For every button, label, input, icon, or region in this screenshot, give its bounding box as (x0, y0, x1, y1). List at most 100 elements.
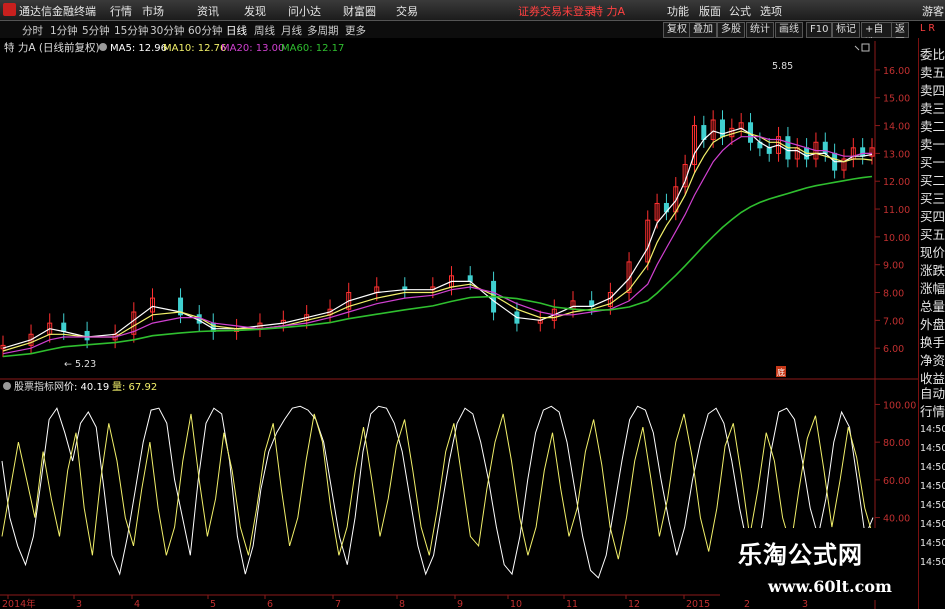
tab-daily[interactable]: 日线 (226, 23, 247, 38)
quote-field-9: 买四 (920, 209, 945, 224)
price-tick-label: 12.00 (883, 177, 910, 188)
f10-button[interactable]: F10 (806, 22, 833, 38)
tick-time-1: 14:50 (920, 443, 945, 454)
quote-field-4: 卖二 (920, 119, 945, 134)
x-tick-label: 5 (210, 599, 216, 609)
x-tick-label: 2 (744, 599, 750, 609)
price-tick-label: 7.00 (883, 316, 904, 327)
menu-caifuquan[interactable]: 财富圈 (343, 3, 376, 19)
x-tick-label: 3 (76, 599, 82, 609)
tab-multi-period[interactable]: 多周期 (307, 23, 339, 38)
indicator-tick-label: 60.00 (883, 476, 910, 487)
candle-body (860, 147, 866, 157)
candle-body (84, 330, 90, 341)
x-tick-label: 2014年 (2, 598, 36, 609)
menu-bar: 通达信金融终端 行情 市场 资讯 发现 问小达 财富圈 交易 证券交易未登录 特… (0, 0, 945, 21)
x-tick-label: 3 (802, 599, 808, 609)
menu-zixun[interactable]: 资讯 (197, 3, 219, 19)
draw-line-button[interactable]: 画线 (775, 22, 803, 38)
quote-field-17: 净资 (920, 353, 945, 368)
kline-chart[interactable]: 16.00 15.00 14.00 13.00 12.00 11.00 10.00 9.00 8… (0, 38, 918, 609)
indicator-title: 股票指标网 (14, 380, 64, 393)
candle-body (822, 141, 828, 154)
tab-15min[interactable]: 15分钟 (114, 23, 148, 38)
quote-field-14: 总量 (920, 299, 945, 314)
watermark-title: 乐淘公式网 (738, 541, 863, 569)
x-tick-label: 2015 (686, 599, 710, 609)
high-price-label: 5.85 (772, 61, 793, 72)
login-status[interactable]: 证券交易未登录 (518, 3, 595, 19)
menu-gongneng[interactable]: 功能 (667, 3, 689, 19)
overlay-button[interactable]: 叠加 (689, 22, 717, 38)
x-tick-label: 6 (267, 599, 273, 609)
candle-body (61, 322, 67, 332)
quote-field-11: 现价 (920, 245, 945, 260)
lr-toggle[interactable]: L R (920, 23, 935, 34)
price-settings-icon[interactable] (99, 43, 107, 51)
bottom-marker-label: 底 (777, 367, 785, 377)
price-tick-label: 15.00 (883, 94, 910, 105)
tick-time-5: 14:50 (920, 519, 945, 530)
tick-time-4: 14:50 (920, 500, 945, 511)
add-watchlist-button[interactable]: +自选 (861, 22, 893, 49)
current-stock: 特 力A (592, 5, 626, 18)
candle-body (467, 275, 473, 282)
fuquan-button[interactable]: 复权 (663, 22, 691, 38)
price-tick-label: 9.00 (883, 261, 904, 272)
price-tick-label: 10.00 (883, 233, 910, 244)
tab-5min[interactable]: 5分钟 (82, 23, 110, 38)
tab-monthly[interactable]: 月线 (281, 23, 302, 38)
watermark-url: www.60lt.com (768, 577, 892, 596)
tab-weekly[interactable]: 周线 (254, 23, 275, 38)
price-tick-label: 14.00 (883, 122, 910, 133)
x-tick-label: 10 (510, 599, 522, 609)
multi-stock-button[interactable]: 多股 (717, 22, 745, 38)
tab-more[interactable]: 更多 (345, 23, 366, 38)
tab-30min[interactable]: 30分钟 (150, 23, 184, 38)
quote-field-8: 买三 (920, 191, 945, 206)
quote-field-2: 卖四 (920, 83, 945, 98)
app-title: 通达信金融终端 (19, 5, 96, 18)
quote-field-15: 外盘 (920, 317, 945, 332)
tab-1min[interactable]: 1分钟 (50, 23, 78, 38)
menu-jiaoyi[interactable]: 交易 (396, 3, 418, 19)
low-price-label: ← 5.23 (64, 359, 96, 370)
user-label[interactable]: 游客 (922, 3, 944, 19)
x-tick-label: 9 (457, 599, 463, 609)
candle-body (766, 147, 772, 154)
mark-button[interactable]: 标记 (832, 22, 860, 38)
menu-wenxiaoda[interactable]: 问小达 (288, 3, 321, 19)
tick-time-3: 14:50 (920, 481, 945, 492)
quote-field-6: 买一 (920, 155, 945, 170)
tick-time-6: 14:50 (920, 538, 945, 549)
tick-time-7: 14:50 (920, 557, 945, 568)
indicator-legend-price: 价: 40.19 (64, 381, 109, 393)
indicator-tick-label: 100.00 (883, 400, 916, 411)
menu-banmian[interactable]: 版面 (699, 3, 721, 19)
legend-ma60: MA60: 12.17 (281, 43, 344, 54)
menu-xuanxiang[interactable]: 选项 (760, 3, 782, 19)
x-tick-label: 11 (566, 599, 578, 609)
price-tick-label: 8.00 (883, 289, 904, 300)
quote-field-16: 换手 (920, 335, 945, 350)
tick-time-2: 14:50 (920, 462, 945, 473)
quote-lower-0[interactable]: 自动 (920, 383, 945, 402)
x-tick-label: 4 (134, 599, 140, 609)
tab-60min[interactable]: 60分钟 (188, 23, 222, 38)
menu-hangqing[interactable]: 行情 (110, 3, 132, 19)
menu-gongshi[interactable]: 公式 (729, 3, 751, 19)
tab-fenshi[interactable]: 分时 (22, 23, 43, 38)
menu-shichang[interactable]: 市场 (142, 3, 164, 19)
statistics-button[interactable]: 统计 (746, 22, 774, 38)
menu-faxian[interactable]: 发现 (244, 3, 266, 19)
legend-ma5: MA5: 12.96 (110, 43, 167, 54)
indicator-settings-icon[interactable] (3, 382, 11, 390)
price-tick-label: 6.00 (883, 344, 904, 355)
x-tick-label: 8 (399, 599, 405, 609)
quote-lower-1[interactable]: 行情 (920, 401, 945, 420)
back-button[interactable]: 返回 (891, 22, 909, 49)
period-tab-bar: 分时 1分钟 5分钟 15分钟 30分钟 60分钟 日线 周线 月线 多周期 更… (0, 21, 909, 49)
quote-panel: L R 委比 卖五 卖四 卖三 卖二 卖一 买一 买二 买三 买四 买五 现价 涨跌 涨幅 总量 外盘 换手 净资… (918, 23, 945, 609)
indicator-tick-label: 80.00 (883, 438, 910, 449)
quote-field-0: 委比 (920, 47, 945, 62)
